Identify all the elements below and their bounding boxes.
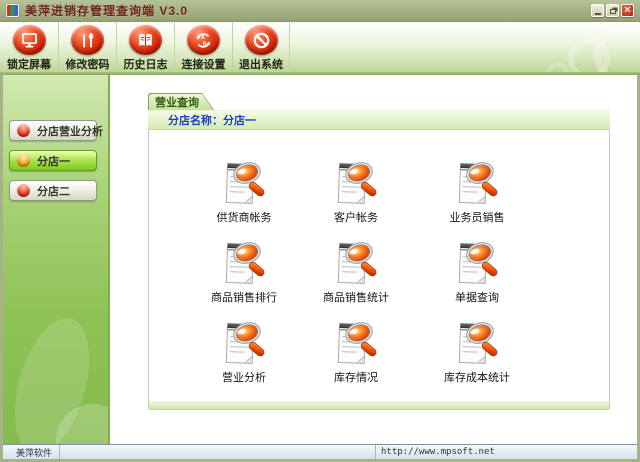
toolbar-button-circle — [71, 25, 104, 55]
query-grid: 供货商帐务 客户帐务 业务员销售 商品销售排行 商品销售统计 — [148, 130, 610, 402]
grid-item-product-sales-stats[interactable]: 商品销售统计 — [306, 240, 406, 320]
toolbar-button-circle — [245, 25, 278, 55]
connection-settings-icon — [193, 30, 214, 51]
toolbar-button-label: 锁定屏幕 — [7, 56, 51, 72]
tab-business-query[interactable]: 营业查询 — [148, 93, 214, 110]
body: 分店营业分析 分店一 分店二 营业查询 分店名称： 分店一 — [3, 75, 637, 459]
branch-name-value: 分店一 — [223, 112, 256, 128]
toolbar-button-circle — [13, 25, 46, 55]
grid-item-label: 库存成本统计 — [444, 369, 510, 385]
orange-sphere-icon — [17, 154, 30, 167]
app-window: 美萍进销存管理查询端 V3.0 ✕ 锁定屏幕 修改密码 — [0, 0, 640, 462]
grid-item-label: 库存情况 — [334, 369, 378, 385]
title-bar: 美萍进销存管理查询端 V3.0 ✕ — [0, 0, 640, 22]
sidebar-item-branch-one[interactable]: 分店一 — [9, 150, 97, 171]
toolbar-button-label: 修改密码 — [66, 56, 110, 72]
close-button[interactable]: ✕ — [621, 4, 634, 17]
grid-item-product-sales-ranking[interactable]: 商品销售排行 — [194, 240, 294, 320]
grid-item-label: 单据查询 — [455, 289, 499, 305]
history-log-icon — [135, 30, 156, 51]
grid-item-label: 商品销售统计 — [323, 289, 389, 305]
restore-icon — [610, 9, 616, 14]
grid-item-salesperson-sales[interactable]: 业务员销售 — [427, 160, 527, 240]
sidebar-item-branch-analysis[interactable]: 分店营业分析 — [9, 120, 97, 141]
toolbar-button-exit[interactable]: 退出系统 — [232, 22, 290, 72]
restore-button[interactable] — [606, 4, 619, 17]
document-magnifier-icon — [454, 320, 500, 366]
sidebar: 分店营业分析 分店一 分店二 — [3, 75, 110, 444]
toolbar-button-label: 连接设置 — [182, 56, 226, 72]
main-panel: 营业查询 分店名称： 分店一 供货商帐务 客户帐务 — [110, 75, 637, 444]
exit-system-icon — [251, 30, 272, 51]
document-magnifier-icon — [221, 240, 267, 286]
grid-item-customer-accounts[interactable]: 客户帐务 — [306, 160, 406, 240]
sidebar-item-branch-two[interactable]: 分店二 — [9, 180, 97, 201]
window-controls: ✕ — [591, 4, 634, 17]
document-magnifier-icon — [333, 320, 379, 366]
sidebar-item-label: 分店一 — [37, 153, 70, 169]
sidebar-item-label: 分店营业分析 — [37, 123, 103, 139]
grid-item-supplier-accounts[interactable]: 供货商帐务 — [194, 160, 294, 240]
toolbar-button-label: 历史日志 — [124, 56, 168, 72]
toolbar-button-lock-screen[interactable]: 锁定屏幕 — [0, 22, 58, 72]
toolbar-button-history-log[interactable]: 历史日志 — [116, 22, 174, 72]
grid-item-label: 供货商帐务 — [217, 209, 272, 225]
toolbar-button-label: 退出系统 — [239, 56, 283, 72]
content: 分店营业分析 分店一 分店二 营业查询 分店名称： 分店一 — [3, 75, 637, 444]
tab-label: 营业查询 — [149, 94, 213, 110]
decorative-ring — [568, 38, 610, 72]
panel-header: 分店名称： 分店一 — [148, 110, 610, 130]
document-magnifier-icon — [221, 160, 267, 206]
grid-item-label: 客户帐务 — [334, 209, 378, 225]
grid-item-business-analysis[interactable]: 营业分析 — [194, 320, 294, 400]
status-website-url: http://www.mpsoft.net — [375, 445, 637, 459]
grid-item-label: 营业分析 — [222, 369, 266, 385]
minimize-button[interactable] — [591, 4, 604, 17]
status-bar: 美萍软件 http://www.mpsoft.net — [3, 444, 637, 459]
toolbar-button-circle — [187, 25, 220, 55]
panel-footer — [148, 402, 610, 410]
document-magnifier-icon — [221, 320, 267, 366]
lock-screen-icon — [19, 30, 40, 51]
decorative-ring — [546, 62, 570, 72]
document-magnifier-icon — [333, 160, 379, 206]
change-password-icon — [77, 30, 98, 51]
grid-item-receipt-query[interactable]: 单据查询 — [427, 240, 527, 320]
close-icon: ✕ — [623, 5, 631, 16]
red-sphere-icon — [17, 184, 30, 197]
document-magnifier-icon — [333, 240, 379, 286]
toolbar: 锁定屏幕 修改密码 历史日志 连接设置 退出系统 — [0, 22, 640, 72]
window-title: 美萍进销存管理查询端 V3.0 — [25, 2, 188, 19]
toolbar-button-connection[interactable]: 连接设置 — [174, 22, 232, 72]
status-company: 美萍软件 — [3, 445, 60, 459]
red-sphere-icon — [17, 124, 30, 137]
grid-item-inventory-cost-stats[interactable]: 库存成本统计 — [427, 320, 527, 400]
sidebar-item-label: 分店二 — [37, 183, 70, 199]
document-magnifier-icon — [454, 160, 500, 206]
decorative-ring — [594, 26, 640, 72]
toolbar-button-circle — [129, 25, 162, 55]
grid-item-label: 业务员销售 — [450, 209, 505, 225]
grid-item-inventory-status[interactable]: 库存情况 — [306, 320, 406, 400]
toolbar-button-change-password[interactable]: 修改密码 — [58, 22, 116, 72]
document-magnifier-icon — [454, 240, 500, 286]
branch-name-label: 分店名称： — [168, 112, 223, 128]
grid-item-label: 商品销售排行 — [211, 289, 277, 305]
app-icon — [6, 4, 19, 17]
minimize-icon — [595, 13, 601, 15]
